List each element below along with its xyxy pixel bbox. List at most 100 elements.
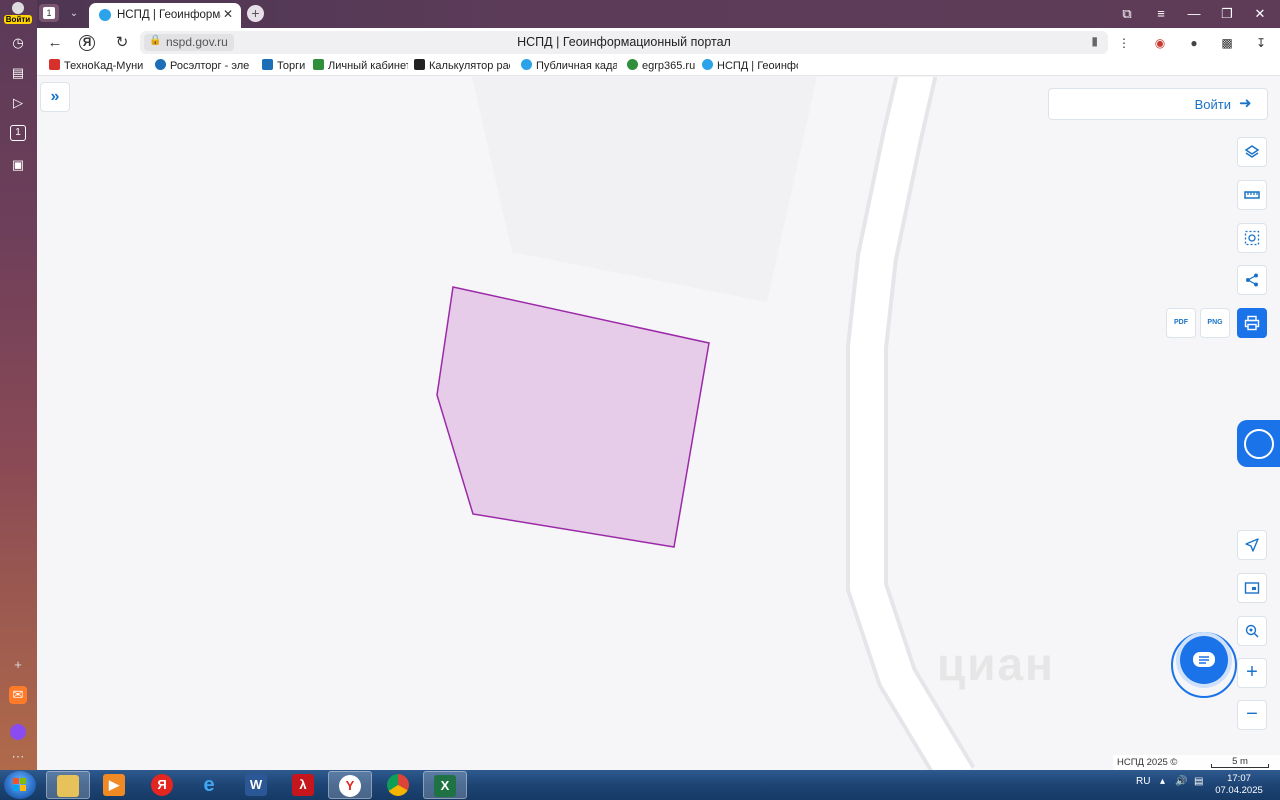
media-play-icon[interactable]: ▷ (9, 94, 27, 112)
back-button[interactable]: ← (45, 33, 65, 53)
measure-button[interactable] (1237, 180, 1267, 210)
taskbar-media-player[interactable]: ▶ (92, 771, 136, 799)
map-attribution: НСПД 2025 © 5 m (1113, 755, 1280, 770)
volume-icon[interactable]: 🔊 (1175, 776, 1187, 787)
more-vertical-icon[interactable]: ⋮ (1115, 34, 1133, 52)
geo-search-button[interactable] (1237, 616, 1267, 646)
downloads-icon[interactable]: ↧ (1252, 34, 1270, 52)
taskbar-word[interactable]: W (234, 771, 278, 799)
land-parcel[interactable] (436, 286, 710, 548)
network-icon[interactable]: ▤ (1194, 776, 1203, 787)
address-page-title: НСПД | Геоинформационный портал (517, 35, 731, 49)
feedback-icon (1244, 429, 1274, 459)
share-icon (1246, 273, 1258, 287)
browser-side-panel: Войти ◷ ▤ ▷ 1 ▣ + ✉ ⋯ (0, 0, 37, 770)
map-layer (436, 77, 976, 770)
select-area-icon (1244, 230, 1260, 246)
check-icon (627, 59, 638, 70)
print-button[interactable] (1237, 308, 1267, 338)
acrobat-icon: λ (292, 774, 314, 796)
reload-button[interactable]: ↻ (112, 33, 132, 53)
minimap-button[interactable] (1237, 573, 1267, 603)
yandex-browser-icon: Y (339, 775, 361, 797)
layers-button[interactable] (1237, 137, 1267, 167)
bookmark-item[interactable]: Росэлторг - элект (155, 59, 250, 72)
bookmark-item[interactable]: Калькулятор расч (414, 59, 510, 72)
close-window-icon[interactable]: ✕ (1250, 5, 1270, 23)
menu-icon[interactable]: ≡ (1151, 5, 1171, 23)
tab-counter-button[interactable]: 1 (39, 4, 59, 22)
chat-icon (1193, 652, 1215, 667)
export-png-button[interactable]: PNG (1200, 308, 1230, 338)
portal-login-button[interactable]: Войти ➜ (1048, 88, 1268, 120)
taskbar-yandex-browser[interactable]: Y (328, 771, 372, 799)
location-search-icon (1245, 624, 1259, 638)
bookmark-item[interactable]: Публичная кадаст (521, 59, 617, 72)
address-bar[interactable]: nspd.gov.ru 🔒 НСПД | Геоинформационный п… (140, 31, 1108, 54)
screenshot-icon[interactable]: ▣ (9, 156, 27, 174)
ruler-icon (1244, 191, 1260, 199)
windows-logo-icon (13, 778, 26, 791)
start-button[interactable] (4, 771, 36, 799)
alice-assistant-icon[interactable] (10, 724, 26, 740)
taskbar-ie[interactable]: e (187, 771, 231, 799)
profile-login-badge[interactable]: Войти (4, 2, 32, 24)
address-toolbar: ← Я ↻ nspd.gov.ru 🔒 НСПД | Геоинформацио… (37, 28, 1280, 57)
map-canvas[interactable]: циан » Войти ➜ PDF PNG + − НСПД 2025 © 5… (37, 77, 1280, 770)
bookmark-item[interactable]: ТехноКад-Муници (49, 59, 144, 72)
tab-strip: 1 ⌄ НСПД | Геоинформаци ✕ + ⧉ ≡ — ❐ ✕ (37, 0, 1280, 28)
taskbar-chrome[interactable] (376, 771, 420, 799)
zoom-out-button[interactable]: − (1237, 700, 1267, 730)
tab-counter-icon[interactable]: 1 (10, 125, 26, 141)
windows-taskbar: ▶ Я e W λ Y X RU ▴ 🔊 ▤ 17:07 07.04.2025 (0, 770, 1280, 800)
extension-icon[interactable]: ◉ (1151, 34, 1169, 52)
active-tab[interactable]: НСПД | Геоинформаци ✕ (89, 3, 241, 28)
watermark: циан (937, 638, 1055, 690)
expand-panel-button[interactable]: » (40, 82, 70, 112)
taskbar-explorer[interactable] (46, 771, 90, 799)
minimize-icon[interactable]: — (1184, 5, 1204, 23)
feedback-tab[interactable] (1237, 420, 1280, 467)
export-pdf-button[interactable]: PDF (1166, 308, 1196, 338)
tabs-manager-icon[interactable]: ⧉ (1117, 5, 1137, 23)
active-tab-title: НСПД | Геоинформаци (117, 9, 221, 21)
language-indicator[interactable]: RU (1136, 776, 1150, 787)
tab-list-chevron-down-icon[interactable]: ⌄ (65, 5, 83, 23)
area-search-button[interactable] (1237, 223, 1267, 253)
new-tab-button[interactable]: + (247, 5, 264, 22)
background-area (472, 77, 817, 302)
tab-count: 1 (43, 7, 55, 19)
collections-icon[interactable]: ▤ (9, 64, 27, 82)
bookmark-item[interactable]: Торги (262, 59, 307, 72)
profile-login-label: Войти (4, 15, 32, 24)
reading-list-icon[interactable]: ▩ (1218, 34, 1236, 52)
share-button[interactable] (1237, 265, 1267, 295)
clock-time: 17:07 (1227, 773, 1251, 784)
locate-me-button[interactable] (1237, 530, 1267, 560)
bookmark-item[interactable]: НСПД | Геоинфор (702, 59, 798, 72)
yandex-home-icon[interactable]: Я (79, 35, 95, 51)
scale-bar (1211, 764, 1269, 768)
protect-icon[interactable]: ● (1185, 34, 1203, 52)
excel-icon: X (434, 775, 456, 797)
portal-login-label: Войти (1194, 97, 1231, 112)
taskbar-excel[interactable]: X (423, 771, 467, 799)
tab-close-icon[interactable]: ✕ (223, 7, 233, 21)
bookmark-icon[interactable]: ▮ (1091, 34, 1098, 48)
add-panel-icon[interactable]: + (9, 656, 27, 674)
zoom-in-button[interactable]: + (1237, 658, 1267, 688)
taskbar-acrobat[interactable]: λ (281, 771, 325, 799)
mail-app-icon[interactable]: ✉ (9, 686, 27, 704)
system-clock[interactable]: 17:07 07.04.2025 (1213, 773, 1265, 797)
tray-expand-icon[interactable]: ▴ (1160, 776, 1165, 787)
bookmark-item[interactable]: Личный кабинет (313, 59, 408, 72)
more-dots-icon[interactable]: ⋯ (9, 748, 27, 766)
taskbar-yandex[interactable]: Я (140, 771, 184, 799)
history-icon[interactable]: ◷ (9, 34, 27, 52)
m-logo-icon (49, 59, 60, 70)
navigation-arrow-icon (1245, 538, 1259, 552)
chat-button[interactable] (1180, 636, 1228, 684)
login-arrow-icon: ➜ (1239, 95, 1252, 112)
bookmark-item[interactable]: egrp365.ru (627, 59, 697, 72)
restore-icon[interactable]: ❐ (1217, 5, 1237, 23)
